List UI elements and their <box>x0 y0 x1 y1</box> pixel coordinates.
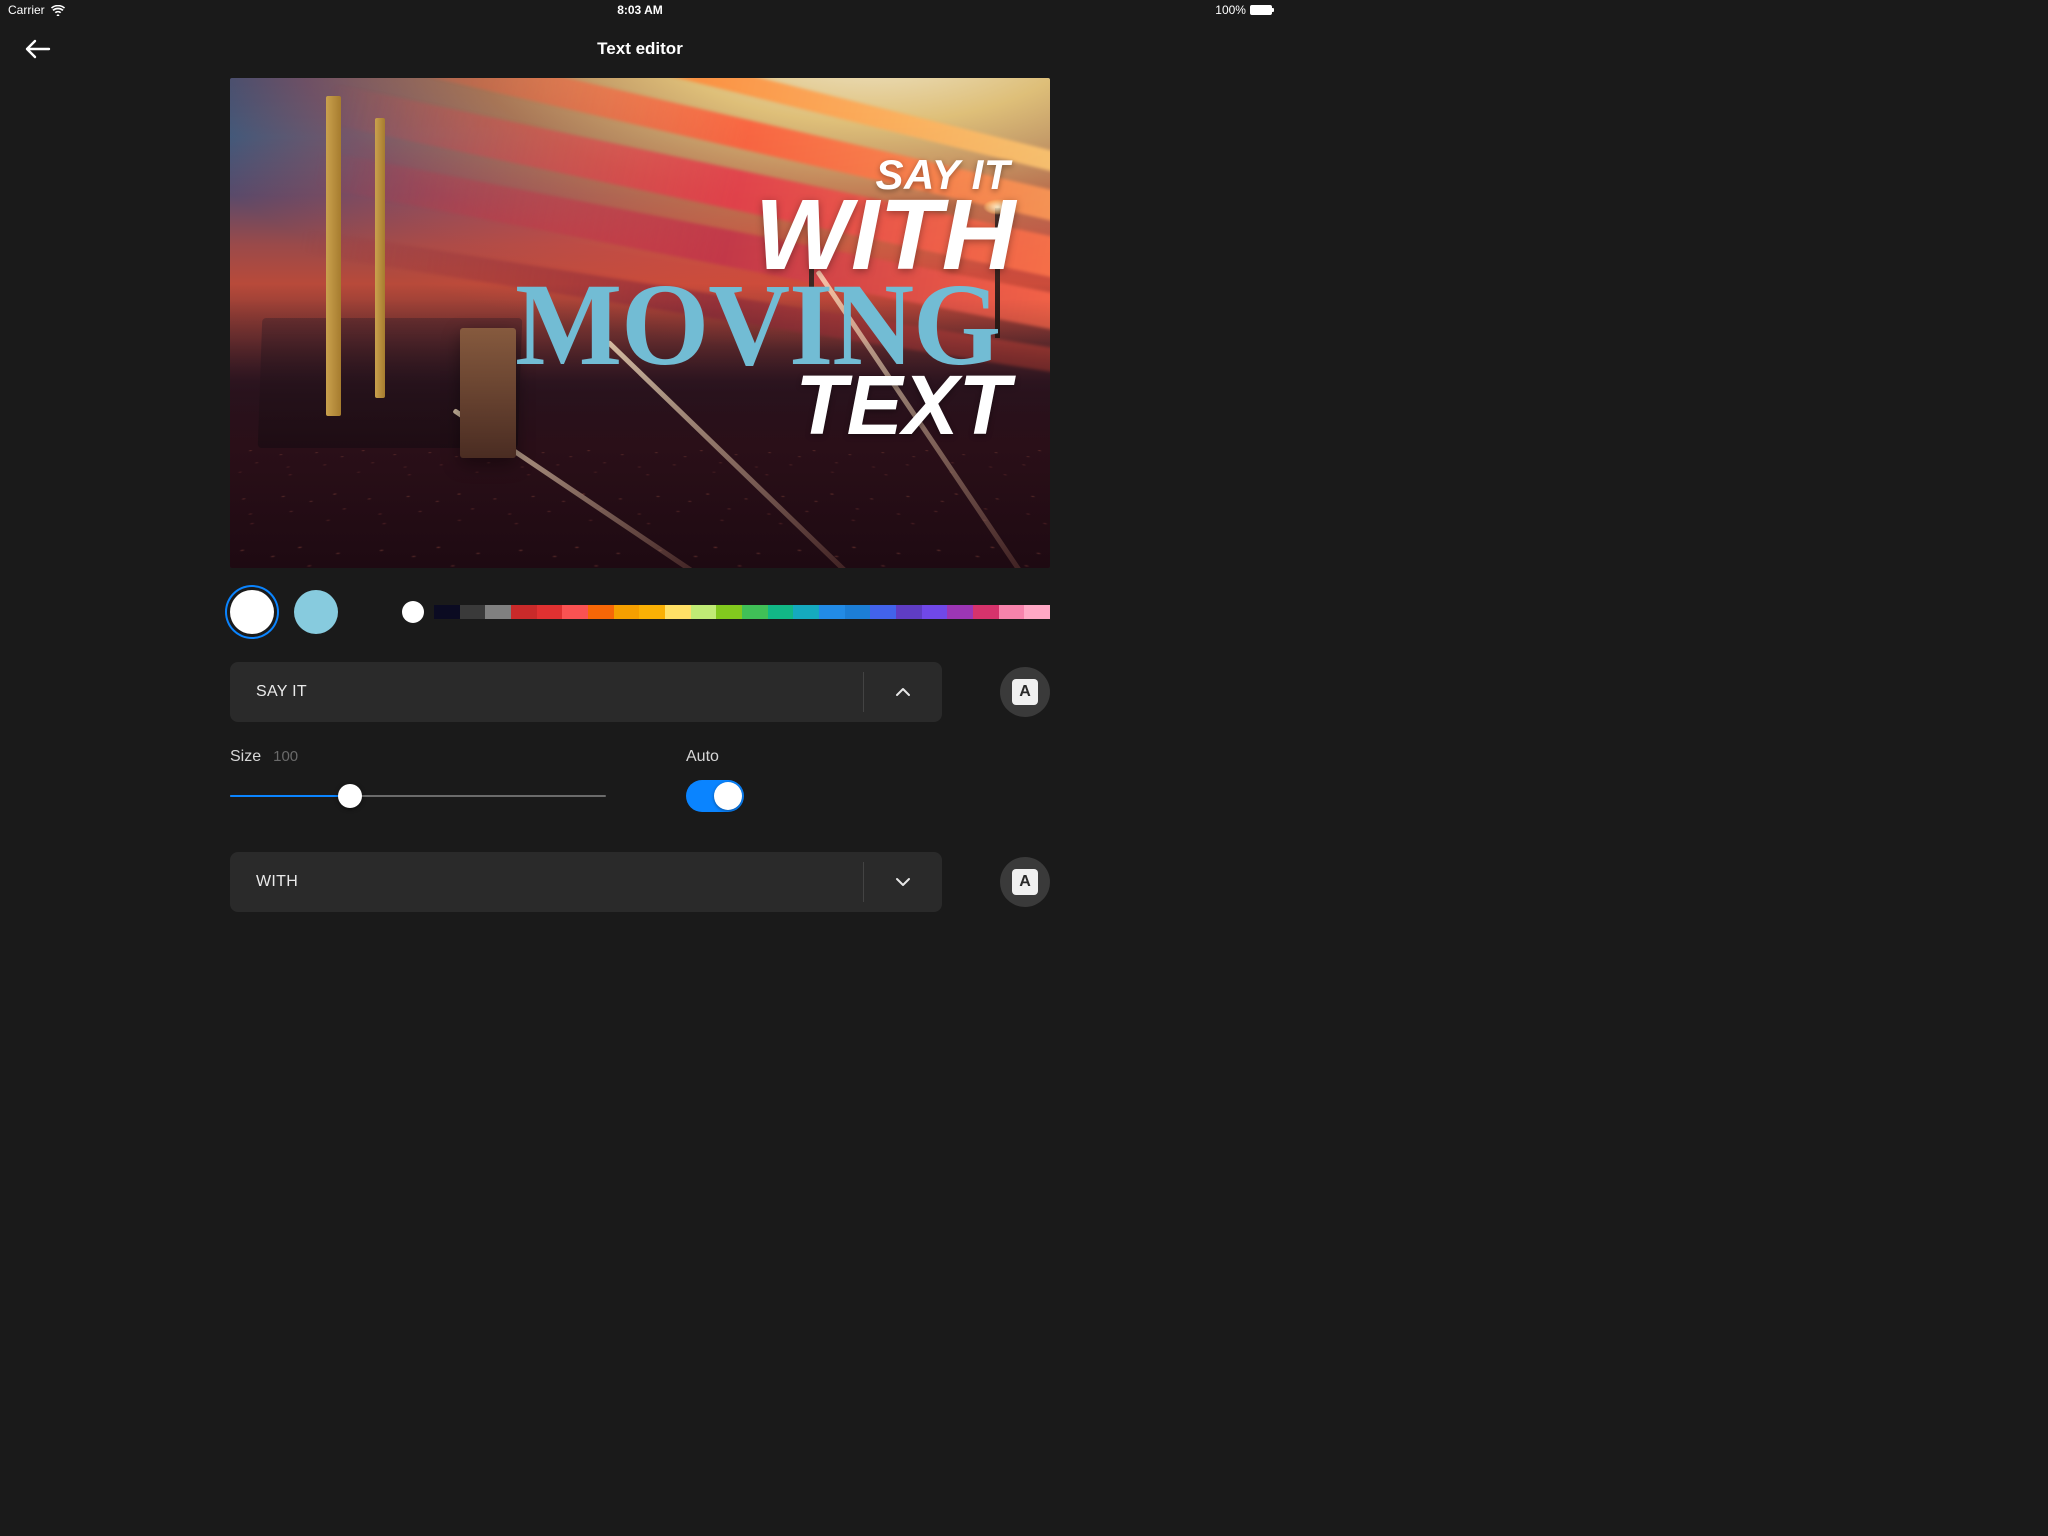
palette-color[interactable] <box>691 605 717 619</box>
palette-color[interactable] <box>793 605 819 619</box>
palette-color[interactable] <box>716 605 742 619</box>
palette-color[interactable] <box>639 605 665 619</box>
header: Text editor <box>0 20 1280 78</box>
text-row-say-it[interactable]: SAY IT <box>230 662 942 722</box>
page-title: Text editor <box>597 39 683 59</box>
text-row-label: WITH <box>230 873 298 891</box>
palette-color[interactable] <box>845 605 871 619</box>
preview-line-3: MOVING <box>515 271 1000 380</box>
palette-color[interactable] <box>485 605 511 619</box>
palette-color[interactable] <box>1024 605 1050 619</box>
slider-handle[interactable] <box>338 784 362 808</box>
size-slider[interactable] <box>230 784 606 808</box>
palette-color[interactable] <box>896 605 922 619</box>
chevron-down-icon <box>895 877 911 887</box>
palette-color[interactable] <box>870 605 896 619</box>
text-row-with[interactable]: WITH <box>230 852 942 912</box>
palette-color[interactable] <box>768 605 794 619</box>
palette-color[interactable] <box>562 605 588 619</box>
font-glyph-icon: A <box>1012 869 1038 895</box>
wifi-icon <box>51 5 65 16</box>
battery-label: 100% <box>1215 3 1246 17</box>
preview-canvas[interactable]: SAY IT WITH MOVING TEXT <box>230 78 1050 568</box>
color-swatch-row <box>230 590 1050 634</box>
palette-color[interactable] <box>511 605 537 619</box>
clock-label: 8:03 AM <box>617 3 663 17</box>
chevron-up-icon <box>895 687 911 697</box>
size-value: 100 <box>273 748 298 765</box>
toggle-knob <box>714 782 742 810</box>
swatch-secondary[interactable] <box>294 590 338 634</box>
palette-color[interactable] <box>614 605 640 619</box>
palette-color[interactable] <box>460 605 486 619</box>
palette-color[interactable] <box>999 605 1025 619</box>
palette-handle[interactable] <box>402 601 424 623</box>
text-row-label: SAY IT <box>230 683 307 701</box>
status-bar: Carrier 8:03 AM 100% <box>0 0 1280 20</box>
palette-color[interactable] <box>588 605 614 619</box>
size-label: Size <box>230 748 261 766</box>
palette-color[interactable] <box>947 605 973 619</box>
expand-toggle[interactable] <box>864 662 942 722</box>
palette-color[interactable] <box>819 605 845 619</box>
palette-color[interactable] <box>922 605 948 619</box>
palette-color[interactable] <box>742 605 768 619</box>
font-style-button[interactable]: A <box>1000 857 1050 907</box>
font-style-button[interactable]: A <box>1000 667 1050 717</box>
back-button[interactable] <box>22 33 54 65</box>
auto-toggle[interactable] <box>686 780 744 812</box>
palette-color[interactable] <box>537 605 563 619</box>
palette-color[interactable] <box>973 605 999 619</box>
palette-color[interactable] <box>434 605 460 619</box>
auto-label: Auto <box>686 748 744 766</box>
carrier-label: Carrier <box>8 3 45 17</box>
color-palette[interactable] <box>434 605 1050 619</box>
swatch-primary[interactable] <box>230 590 274 634</box>
expand-toggle[interactable] <box>864 852 942 912</box>
preview-text-overlay: SAY IT WITH MOVING TEXT <box>505 156 1010 444</box>
palette-color[interactable] <box>665 605 691 619</box>
battery-icon <box>1250 5 1272 15</box>
arrow-left-icon <box>25 39 51 59</box>
font-glyph-icon: A <box>1012 679 1038 705</box>
